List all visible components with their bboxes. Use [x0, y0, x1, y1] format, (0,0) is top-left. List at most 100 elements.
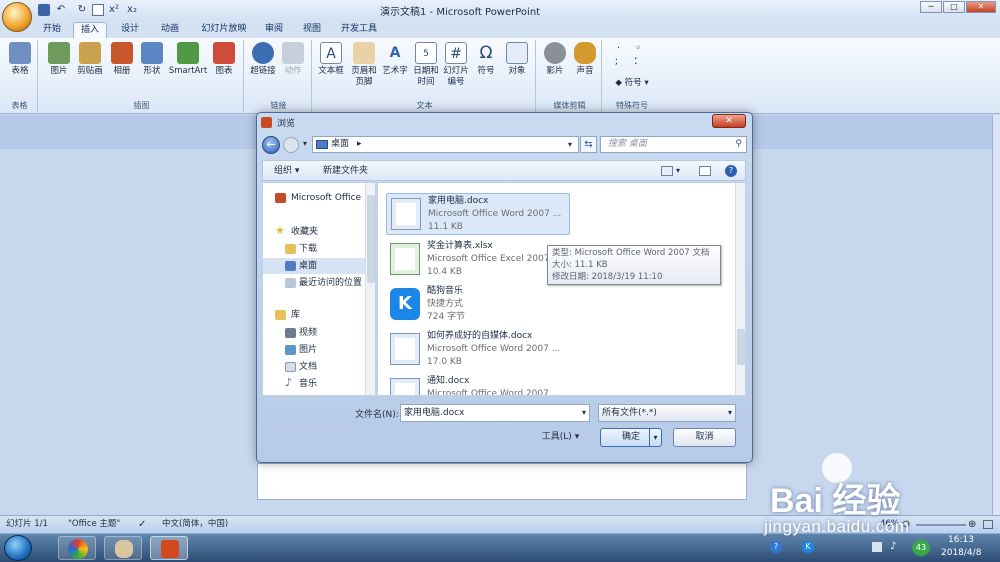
- tray-badge[interactable]: 43: [912, 540, 930, 556]
- view-options-icon[interactable]: [661, 166, 673, 176]
- taskbar-app-paint[interactable]: [104, 536, 142, 560]
- forward-icon[interactable]: [283, 137, 299, 153]
- hyperlink-button[interactable]: 超链接: [248, 42, 278, 77]
- nav-item-favorites[interactable]: ★ 收藏夹: [263, 224, 375, 240]
- slide-canvas[interactable]: [257, 463, 747, 500]
- ok-dropdown-icon[interactable]: ▾: [649, 429, 661, 446]
- tab-insert[interactable]: 插入: [73, 22, 107, 38]
- view-dropdown-icon[interactable]: ▾: [676, 161, 680, 181]
- nav-scroll-thumb[interactable]: [367, 195, 375, 283]
- shapes-button[interactable]: 形状: [138, 42, 166, 77]
- superscript-icon[interactable]: x²: [108, 4, 120, 16]
- special-symbol-button[interactable]: ◆ 符号 ▾: [612, 78, 652, 89]
- new-folder-button[interactable]: 新建文件夹: [323, 161, 368, 181]
- sound-button[interactable]: 声音: [570, 42, 600, 77]
- slide-number-button[interactable]: # 幻灯片 编号: [440, 42, 472, 88]
- redo-icon[interactable]: ↻: [76, 4, 88, 16]
- search-input[interactable]: 搜索 桌面 ⚲: [600, 136, 747, 153]
- start-button[interactable]: [4, 535, 32, 561]
- kugou-tray-icon[interactable]: K: [802, 541, 814, 553]
- wordart-button[interactable]: A 艺术字: [380, 42, 410, 77]
- preview-pane-icon[interactable]: [699, 166, 711, 176]
- omega-icon: Ω: [479, 43, 493, 63]
- minimize-button[interactable]: ─: [920, 1, 942, 13]
- clipart-button[interactable]: 剪贴画: [74, 42, 106, 77]
- filename-dropdown-icon[interactable]: ▾: [582, 405, 586, 421]
- tab-review[interactable]: 审阅: [258, 22, 290, 38]
- header-footer-button[interactable]: 页眉和 页脚: [348, 42, 380, 88]
- group-illustrations: 图片 剪贴画 相册 形状 SmartArt 图表 插图: [40, 40, 244, 112]
- file-item[interactable]: K 酷狗音乐 快捷方式 724 字节: [386, 284, 570, 326]
- punctuation-icons[interactable]: · ◦; ：: [608, 42, 656, 68]
- table-icon: [9, 42, 31, 64]
- tab-home[interactable]: 开始: [36, 22, 68, 38]
- tab-design[interactable]: 设计: [112, 22, 148, 38]
- table-button[interactable]: 表格: [6, 42, 34, 77]
- movie-button[interactable]: 影片: [540, 42, 570, 77]
- nav-item-microsoft-office[interactable]: Microsoft Office: [263, 190, 375, 206]
- file-type: Microsoft Office Word 2007 ...: [428, 209, 562, 219]
- history-dropdown-icon[interactable]: ▾: [303, 139, 307, 148]
- file-scrollbar[interactable]: [735, 183, 745, 395]
- undo-icon[interactable]: ↶: [55, 4, 67, 16]
- taskbar-app-powerpoint[interactable]: [150, 536, 188, 560]
- nav-item-pictures[interactable]: 图片: [263, 342, 375, 358]
- back-icon[interactable]: ←: [262, 136, 280, 154]
- filetype-select[interactable]: 所有文件(*.*) ▾: [598, 404, 736, 422]
- datetime-button[interactable]: 5 日期和 时间: [410, 42, 442, 88]
- ok-button[interactable]: 确定 ▾: [600, 428, 662, 447]
- nav-item-documents[interactable]: 文档: [263, 359, 375, 375]
- nav-item-library[interactable]: 库: [263, 307, 375, 323]
- tab-developer[interactable]: 开发工具: [334, 22, 384, 38]
- clock-date[interactable]: 2018/4/8: [941, 548, 981, 558]
- print-preview-icon[interactable]: [92, 4, 104, 16]
- close-button[interactable]: ✕: [966, 1, 996, 13]
- nav-item-music[interactable]: ♪ 音乐: [263, 376, 375, 392]
- file-scroll-thumb[interactable]: [737, 329, 745, 365]
- address-dropdown-icon[interactable]: ▾: [568, 137, 572, 152]
- tools-button[interactable]: 工具(L) ▾: [533, 428, 588, 447]
- spellcheck-icon[interactable]: ✓: [138, 516, 146, 533]
- volume-icon[interactable]: ♪: [890, 541, 896, 552]
- tab-view[interactable]: 视图: [296, 22, 328, 38]
- album-button[interactable]: 相册: [108, 42, 136, 77]
- action-button[interactable]: 动作: [278, 42, 308, 77]
- help-icon[interactable]: ?: [725, 165, 737, 177]
- picture-button[interactable]: 图片: [44, 42, 74, 77]
- help-tray-icon[interactable]: ?: [770, 541, 782, 553]
- office-button[interactable]: [2, 2, 32, 32]
- dialog-title: 浏览: [277, 119, 296, 129]
- object-button[interactable]: 对象: [502, 42, 532, 77]
- organize-button[interactable]: 组织 ▾: [274, 161, 299, 181]
- ribbon-tabs: 开始 插入 设计 动画 幻灯片放映 审阅 视图 开发工具: [0, 20, 1000, 38]
- file-size: 724 字节: [427, 312, 466, 322]
- refresh-icon[interactable]: ⇆: [580, 136, 597, 153]
- network-icon[interactable]: [872, 542, 882, 552]
- maximize-button[interactable]: □: [943, 1, 965, 13]
- filename-input[interactable]: 家用电脑.docx ▾: [400, 404, 590, 422]
- address-bar[interactable]: 桌面 ▸ ▾: [312, 136, 579, 153]
- nav-scrollbar[interactable]: [365, 183, 375, 395]
- nav-item-recent[interactable]: 最近访问的位置: [263, 275, 375, 291]
- folder-icon: [285, 244, 296, 254]
- nav-item-videos[interactable]: 视频: [263, 325, 375, 341]
- symbol-button[interactable]: Ω 符号: [472, 42, 500, 77]
- file-item[interactable]: 通知.docx Microsoft Office Word 2007 ...: [386, 374, 570, 395]
- excel-file-icon: [390, 243, 420, 275]
- textbox-button[interactable]: A 文本框: [316, 42, 346, 77]
- save-icon[interactable]: [38, 4, 50, 16]
- taskbar-app-chrome[interactable]: [58, 536, 96, 560]
- file-item[interactable]: 如何养成好的自媒体.docx Microsoft Office Word 2007…: [386, 329, 570, 371]
- file-item[interactable]: 奖金计算表.xlsx Microsoft Office Excel 2007 ..…: [386, 239, 570, 281]
- cancel-button[interactable]: 取消: [673, 428, 736, 447]
- smartart-button[interactable]: SmartArt: [168, 42, 208, 77]
- chart-button[interactable]: 图表: [210, 42, 238, 77]
- tab-slideshow[interactable]: 幻灯片放映: [194, 22, 254, 38]
- nav-item-desktop[interactable]: 桌面: [263, 258, 375, 274]
- subscript-icon[interactable]: x₂: [126, 4, 138, 16]
- breadcrumb-arrow-icon[interactable]: ▸: [357, 137, 362, 152]
- file-item[interactable]: 家用电脑.docx Microsoft Office Word 2007 ... 1…: [386, 193, 570, 235]
- dialog-close-button[interactable]: ✕: [712, 114, 746, 128]
- tab-animations[interactable]: 动画: [152, 22, 188, 38]
- nav-item-downloads[interactable]: 下载: [263, 241, 375, 257]
